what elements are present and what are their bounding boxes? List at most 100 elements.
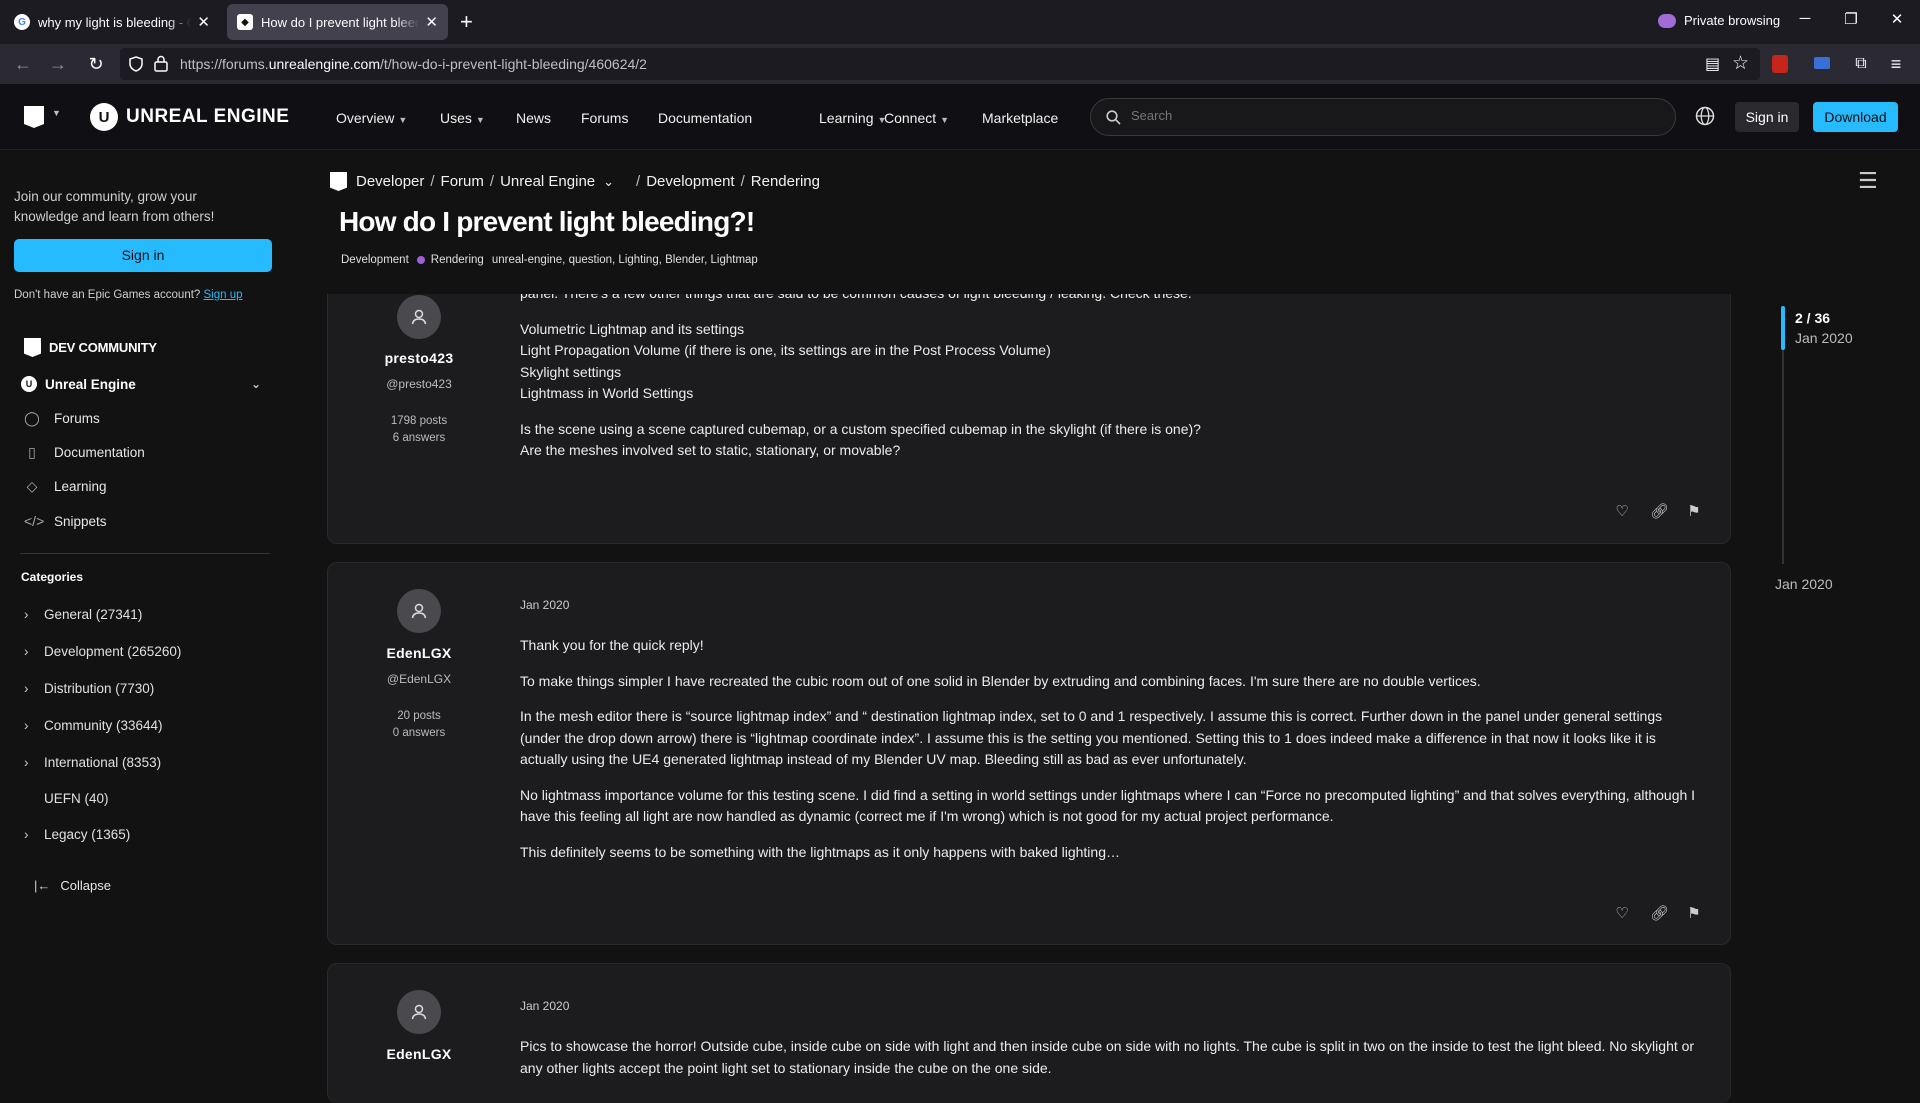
list-item: Skylight settings	[520, 363, 622, 380]
share-link-icon[interactable]: 🔗︎	[1650, 502, 1669, 520]
sidebar-product-unreal-engine[interactable]: U Unreal Engine ⌄	[21, 376, 271, 392]
header-download-button[interactable]: Download	[1813, 102, 1898, 132]
search-box[interactable]	[1090, 98, 1676, 136]
timeline-handle[interactable]	[1781, 306, 1785, 350]
menu-hamburger-icon[interactable]: ☰	[1858, 168, 1878, 194]
category-distribution[interactable]: › Distribution (7730)	[24, 681, 154, 696]
post-username[interactable]: EdenLGX	[328, 645, 510, 661]
url-text[interactable]: https://forums.unrealengine.com/t/how-do…	[180, 56, 647, 72]
flag-icon[interactable]: ⚑	[1686, 904, 1702, 922]
flag-icon[interactable]: ⚑	[1686, 502, 1702, 520]
chevron-right-icon: ›	[24, 644, 29, 659]
dev-community-logo[interactable]: DEV COMMUNITY	[24, 338, 157, 357]
answer-count: 0 answers	[392, 727, 446, 739]
chat-bubble-icon: ◯	[24, 410, 40, 426]
sidebar-item-documentation[interactable]: ▯ Documentation	[24, 444, 145, 461]
like-heart-icon[interactable]: ♡	[1614, 904, 1630, 922]
back-icon[interactable]: ←	[11, 52, 35, 76]
extensions-puzzle-icon[interactable]: ⧉	[1849, 52, 1873, 76]
forward-icon[interactable]: →	[46, 52, 70, 76]
sidebar-item-forums[interactable]: ◯ Forums	[24, 410, 100, 427]
unreal-logo-icon: U	[21, 376, 37, 392]
sidebar-item-snippets[interactable]: </> Snippets	[24, 513, 107, 529]
restore-button[interactable]: ❐	[1841, 10, 1861, 28]
header-sign-in-button[interactable]: Sign in	[1735, 102, 1799, 132]
post-username[interactable]: presto423	[328, 350, 510, 366]
share-link-icon[interactable]: 🔗︎	[1650, 904, 1669, 922]
nav-news[interactable]: News	[516, 110, 551, 126]
post-actions: ♡ 🔗︎ ⚑	[1614, 904, 1702, 922]
close-tab-icon[interactable]: ✕	[425, 13, 438, 31]
chevron-down-icon[interactable]: ▼	[52, 108, 61, 118]
post-username[interactable]: EdenLGX	[328, 1046, 510, 1062]
category-badge[interactable]: Development	[341, 254, 409, 266]
ublock-extension-icon[interactable]	[1772, 55, 1788, 73]
browser-tab-google[interactable]: G why my light is bleeding - Google Sear…	[4, 4, 220, 40]
browser-tab-forum[interactable]: ◆ How do I prevent light bleeding?! - Re…	[227, 4, 448, 40]
nav-documentation[interactable]: Documentation	[658, 110, 752, 126]
private-browsing-indicator: Private browsing	[1658, 13, 1780, 28]
globe-icon[interactable]	[1695, 106, 1715, 126]
post-text: Pics to showcase the horror! Outside cub…	[520, 1038, 1695, 1076]
avatar[interactable]	[397, 295, 441, 339]
reader-view-icon[interactable]: ▤	[1705, 54, 1720, 74]
breadcrumb-rendering[interactable]: Rendering	[751, 173, 820, 190]
unreal-engine-logo[interactable]: U UNREAL ENGINE	[90, 103, 289, 131]
sign-up-link[interactable]: Sign up	[204, 289, 243, 301]
subcategory-badge[interactable]: Rendering	[431, 254, 484, 266]
nav-overview[interactable]: Overview ▼	[336, 110, 407, 126]
browser-tab-bar: G why my light is bleeding - Google Sear…	[0, 0, 1920, 44]
nav-marketplace[interactable]: Marketplace	[982, 110, 1058, 126]
sidebar-sign-in-button[interactable]: Sign in	[14, 239, 272, 272]
url-bar[interactable]: https://forums.unrealengine.com/t/how-do…	[120, 48, 1760, 80]
post-date[interactable]: Jan 2020	[520, 999, 569, 1013]
tab-title: why my light is bleeding - Google Search	[38, 14, 191, 30]
category-uefn[interactable]: UEFN (40)	[24, 791, 109, 806]
nav-connect[interactable]: Connect ▼	[884, 110, 949, 126]
lock-icon[interactable]	[154, 55, 168, 72]
close-tab-icon[interactable]: ✕	[197, 13, 210, 31]
category-general[interactable]: › General (27341)	[24, 607, 142, 622]
post-text: Thank you for the quick reply!	[520, 637, 704, 653]
post-body: Pics to showcase the horror! Outside cub…	[520, 1036, 1700, 1093]
nav-learning[interactable]: Learning ▼	[819, 110, 886, 126]
breadcrumb: Developer / Forum / Unreal Engine ⌄ / De…	[330, 172, 820, 191]
post-edenlgx-2: EdenLGX Jan 2020 Pics to showcase the ho…	[327, 963, 1731, 1103]
extension-icon[interactable]	[1814, 57, 1830, 69]
avatar[interactable]	[397, 990, 441, 1034]
breadcrumb-forum[interactable]: Forum	[441, 173, 484, 190]
nav-uses[interactable]: Uses ▼	[440, 110, 485, 126]
category-international[interactable]: › International (8353)	[24, 755, 161, 770]
post-date[interactable]: Jan 2020	[520, 598, 569, 612]
nav-forums[interactable]: Forums	[581, 110, 628, 126]
shield-icon[interactable]	[128, 56, 144, 72]
minimize-button[interactable]: ─	[1795, 10, 1815, 27]
breadcrumb-unreal-engine[interactable]: Unreal Engine	[500, 173, 595, 190]
sidebar-collapse-button[interactable]: |← Collapse	[34, 878, 111, 893]
chevron-down-icon[interactable]: ⌄	[251, 377, 261, 391]
category-development[interactable]: › Development (265260)	[24, 644, 181, 659]
category-community[interactable]: › Community (33644)	[24, 718, 163, 733]
chevron-down-icon[interactable]: ⌄	[603, 174, 614, 190]
bookmark-star-icon[interactable]: ☆	[1732, 52, 1749, 75]
user-icon	[411, 309, 427, 325]
category-legacy[interactable]: › Legacy (1365)	[24, 827, 130, 842]
page-title[interactable]: How do I prevent light bleeding?!	[339, 206, 755, 238]
reload-icon[interactable]: ↻	[84, 52, 108, 76]
google-icon: G	[14, 14, 30, 30]
timeline-date-bottom[interactable]: Jan 2020	[1775, 576, 1833, 592]
graduation-cap-icon: ◇	[26, 478, 38, 494]
epic-games-logo-icon[interactable]	[24, 106, 44, 128]
app-menu-icon[interactable]: ≡	[1884, 52, 1908, 76]
sidebar-item-learning[interactable]: ◇ Learning	[24, 478, 107, 495]
search-input[interactable]	[1131, 108, 1651, 123]
new-tab-button[interactable]: +	[460, 10, 473, 34]
post-text: This definitely seems to be something wi…	[520, 843, 1120, 860]
tag-list[interactable]: unreal-engine, question, Lighting, Blend…	[492, 254, 758, 266]
close-window-button[interactable]: ✕	[1887, 10, 1907, 28]
like-heart-icon[interactable]: ♡	[1614, 502, 1630, 520]
breadcrumb-developer[interactable]: Developer	[356, 173, 424, 190]
breadcrumb-development[interactable]: Development	[646, 173, 734, 190]
user-icon	[411, 603, 427, 619]
avatar[interactable]	[397, 589, 441, 633]
